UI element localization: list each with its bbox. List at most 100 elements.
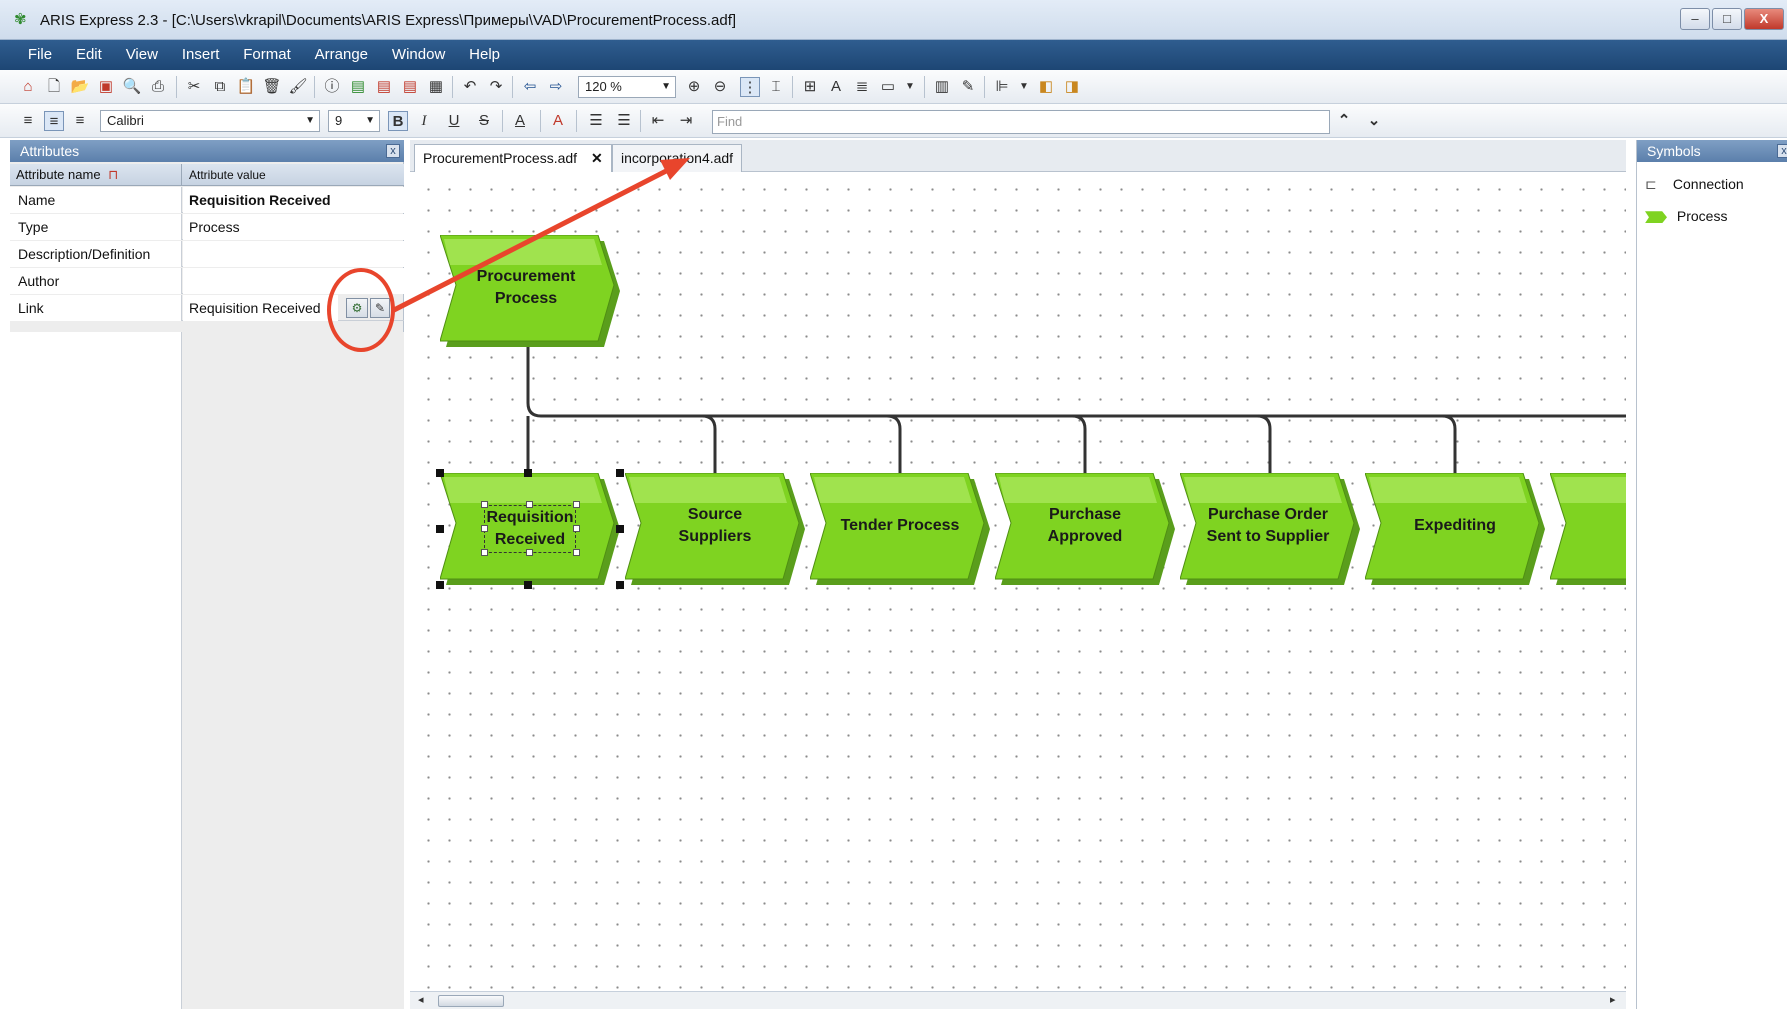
- bullet-list-icon[interactable]: ☰: [614, 111, 634, 131]
- clear-format-icon[interactable]: A: [548, 111, 568, 131]
- process-label[interactable]: Requisition Received: [484, 505, 576, 553]
- symbols-close-icon[interactable]: x: [1777, 144, 1787, 158]
- connector-line[interactable]: [1441, 414, 1457, 473]
- forward-icon[interactable]: ⇨: [546, 77, 566, 97]
- text-handle[interactable]: [526, 549, 533, 556]
- attribute-name-header[interactable]: Attribute name ⊓: [10, 164, 182, 186]
- back-icon[interactable]: ⇦: [520, 77, 540, 97]
- resize-handle[interactable]: [616, 581, 624, 589]
- text-size-icon[interactable]: A: [826, 77, 846, 97]
- process-shape-partial[interactable]: De: [1550, 473, 1626, 585]
- attribute-value-cell[interactable]: [183, 241, 404, 267]
- export-pdf-icon[interactable]: ▤: [374, 77, 394, 97]
- process-shape-expediting[interactable]: Expediting: [1365, 473, 1545, 585]
- diagram-canvas[interactable]: Procurement Process Requisition Received: [410, 173, 1626, 991]
- text-handle[interactable]: [573, 525, 580, 532]
- cursor-icon[interactable]: ⌶: [766, 77, 786, 97]
- process-shape-procurement[interactable]: Procurement Process: [440, 235, 620, 347]
- resize-handle[interactable]: [524, 581, 532, 589]
- text-handle[interactable]: [573, 549, 580, 556]
- connector-line[interactable]: [1071, 414, 1087, 473]
- decrease-indent-icon[interactable]: ⇤: [648, 111, 668, 131]
- properties-icon[interactable]: ▥: [932, 77, 952, 97]
- edit-icon[interactable]: ✎: [958, 77, 978, 97]
- process-shape-purchase-approved[interactable]: Purchase Approved: [995, 473, 1175, 585]
- resize-handle[interactable]: [436, 469, 444, 477]
- delete-icon[interactable]: 🗑: [262, 77, 282, 97]
- resize-handle[interactable]: [616, 469, 624, 477]
- menu-format[interactable]: Format: [233, 40, 301, 70]
- tab-incorporation[interactable]: incorporation4.adf: [612, 144, 743, 172]
- menu-file[interactable]: File: [18, 40, 62, 70]
- process-shape-tender-process[interactable]: Tender Process: [810, 473, 990, 585]
- bold-button[interactable]: B: [388, 111, 408, 131]
- connector-line[interactable]: [526, 297, 1626, 418]
- connector-line[interactable]: [701, 414, 717, 473]
- bring-front-icon[interactable]: ◧: [1036, 77, 1056, 97]
- scrollbar-thumb[interactable]: [438, 995, 504, 1007]
- cut-icon[interactable]: ✂: [184, 77, 204, 97]
- menu-edit[interactable]: Edit: [66, 40, 112, 70]
- symbol-connection[interactable]: ⊏ Connection: [1645, 176, 1744, 193]
- maximize-button[interactable]: □: [1712, 8, 1742, 30]
- symbol-process[interactable]: Process: [1645, 208, 1727, 224]
- print-icon[interactable]: ⎙: [148, 77, 168, 97]
- chevron-down-icon[interactable]: ▼: [900, 77, 920, 97]
- process-shape-source-suppliers[interactable]: Source Suppliers: [625, 473, 805, 585]
- fill-color-icon[interactable]: ▭: [878, 77, 898, 97]
- resize-handle[interactable]: [436, 581, 444, 589]
- font-color-icon[interactable]: A: [510, 111, 530, 131]
- tab-procurement-process[interactable]: ProcurementProcess.adf ✕: [414, 144, 612, 172]
- menu-help[interactable]: Help: [459, 40, 510, 70]
- menu-view[interactable]: View: [116, 40, 168, 70]
- resize-handle[interactable]: [616, 525, 624, 533]
- chevron-down-icon[interactable]: ▼: [1014, 77, 1034, 97]
- process-shape-purchase-order-sent[interactable]: Purchase Order Sent to Supplier: [1180, 473, 1360, 585]
- save-icon[interactable]: ▣: [96, 77, 116, 97]
- grid-icon[interactable]: ⋮: [740, 77, 760, 97]
- attribute-value-header[interactable]: Attribute value: [183, 164, 404, 186]
- text-handle[interactable]: [481, 525, 488, 532]
- zoom-out-icon[interactable]: ⊖: [710, 77, 730, 97]
- text-handle[interactable]: [526, 501, 533, 508]
- close-tab-icon[interactable]: ✕: [591, 150, 603, 166]
- resize-handle[interactable]: [524, 469, 532, 477]
- attribute-value-cell[interactable]: Requisition Received: [183, 187, 404, 213]
- horizontal-scrollbar[interactable]: ◂ ▸: [410, 991, 1626, 1009]
- attribute-value-cell[interactable]: Process: [183, 214, 404, 240]
- menu-arrange[interactable]: Arrange: [305, 40, 378, 70]
- underline-button[interactable]: U: [444, 111, 464, 131]
- connector-line[interactable]: [1256, 414, 1272, 473]
- format-painter-icon[interactable]: 🖌: [288, 77, 308, 97]
- scroll-left-icon[interactable]: ◂: [418, 993, 424, 1006]
- strikethrough-button[interactable]: S: [474, 111, 494, 131]
- find-input[interactable]: Find: [712, 110, 1330, 134]
- text-handle[interactable]: [573, 501, 580, 508]
- home-icon[interactable]: ⌂: [18, 77, 38, 97]
- align-objects-icon[interactable]: ⊞: [800, 77, 820, 97]
- italic-button[interactable]: I: [414, 111, 434, 131]
- attribute-value-cell[interactable]: Requisition Received: [183, 295, 338, 321]
- find-next-icon[interactable]: ⌄: [1364, 111, 1384, 131]
- menu-insert[interactable]: Insert: [172, 40, 230, 70]
- report-icon[interactable]: ▦: [426, 77, 446, 97]
- open-folder-icon[interactable]: 📂: [70, 77, 90, 97]
- menu-window[interactable]: Window: [382, 40, 455, 70]
- scroll-right-icon[interactable]: ▸: [1610, 993, 1616, 1006]
- undo-icon[interactable]: ↶: [460, 77, 480, 97]
- process-shape-requisition-received[interactable]: Requisition Received: [440, 473, 620, 585]
- connector-line[interactable]: [886, 414, 902, 473]
- find-previous-icon[interactable]: ⌃: [1334, 111, 1354, 131]
- close-button[interactable]: X: [1744, 8, 1784, 30]
- font-family-select[interactable]: Calibri ▼: [100, 110, 320, 132]
- redo-icon[interactable]: ↷: [486, 77, 506, 97]
- minimize-button[interactable]: –: [1680, 8, 1710, 30]
- info-icon[interactable]: ⓘ: [322, 77, 342, 97]
- text-handle[interactable]: [481, 549, 488, 556]
- export-icon[interactable]: ▤: [348, 77, 368, 97]
- send-back-icon[interactable]: ◨: [1062, 77, 1082, 97]
- print-preview-icon[interactable]: 🔍: [122, 77, 142, 97]
- increase-indent-icon[interactable]: ⇥: [676, 111, 696, 131]
- resize-handle[interactable]: [436, 525, 444, 533]
- text-handle[interactable]: [481, 501, 488, 508]
